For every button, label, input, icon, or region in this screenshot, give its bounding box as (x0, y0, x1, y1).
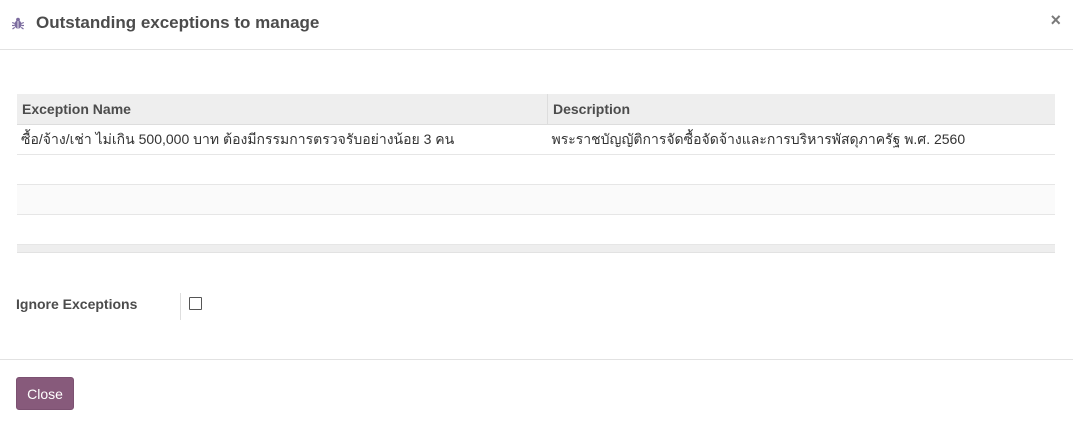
empty-table-row (17, 214, 1055, 245)
exceptions-table-container: Exception Name Description ซื้อ/จ้าง/เช่… (17, 94, 1055, 253)
cell-exception-name: ซื้อ/จ้าง/เช่า ไม่เกิน 500,000 บาท ต้องม… (17, 124, 548, 155)
cell-description: พระราชบัญญัติการจัดซื้อจัดจ้างและการบริห… (547, 124, 1055, 155)
table-header-row: Exception Name Description (17, 94, 1055, 125)
dialog-footer: Close (0, 359, 1073, 431)
ignore-exceptions-checkbox[interactable] (189, 297, 202, 310)
column-header-exception-name[interactable]: Exception Name (17, 94, 548, 125)
ignore-exceptions-label: Ignore Exceptions (16, 296, 138, 312)
dialog-title: Outstanding exceptions to manage (36, 13, 320, 32)
close-icon[interactable]: × (1050, 11, 1061, 29)
dialog-header: Outstanding exceptions to manage × (0, 0, 1073, 50)
table-footer (17, 244, 1055, 253)
empty-table-row (17, 184, 1055, 215)
bug-icon (11, 16, 25, 30)
exceptions-table: Exception Name Description ซื้อ/จ้าง/เช่… (17, 94, 1055, 253)
exception-dialog: Outstanding exceptions to manage × Excep… (0, 0, 1073, 431)
table-row[interactable]: ซื้อ/จ้าง/เช่า ไม่เกิน 500,000 บาท ต้องม… (17, 124, 1055, 155)
field-divider (180, 293, 181, 320)
close-button[interactable]: Close (16, 377, 74, 410)
column-header-description[interactable]: Description (547, 94, 1055, 125)
empty-table-row (17, 154, 1055, 185)
